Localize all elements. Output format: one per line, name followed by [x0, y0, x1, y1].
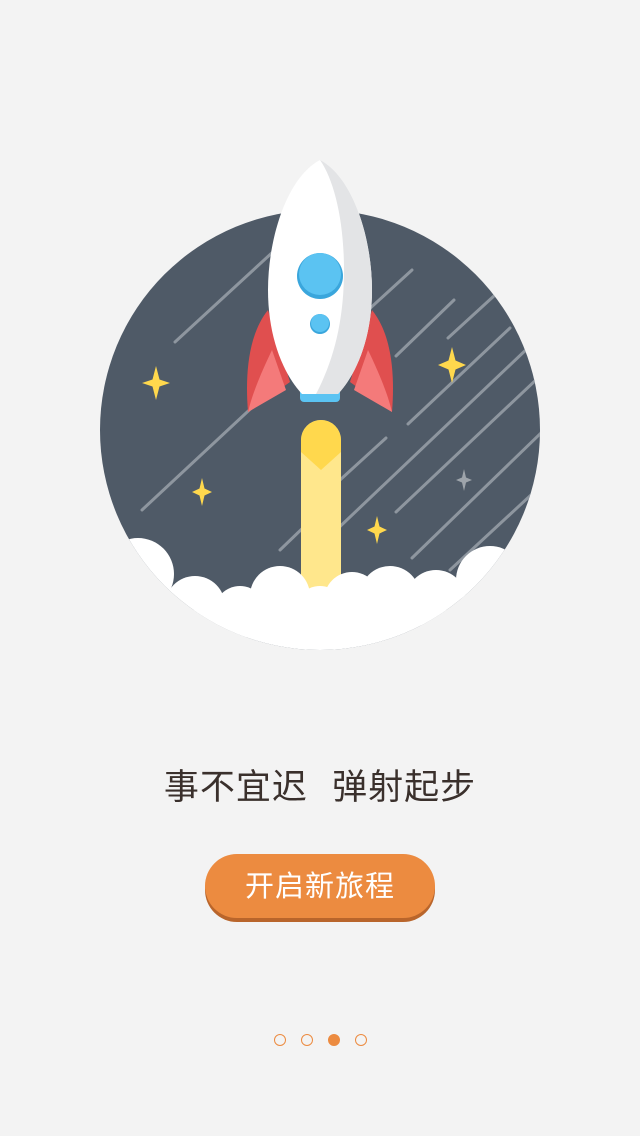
tagline: 事不宜迟 弹射起步	[163, 768, 477, 808]
page-dot-3-active[interactable]	[327, 1034, 340, 1046]
rocket-icon	[247, 160, 393, 412]
page-dot-1[interactable]	[273, 1034, 286, 1046]
onboarding-screen: 事不宜迟 弹射起步 开启新旅程	[0, 0, 640, 1136]
page-indicator	[0, 1034, 640, 1048]
start-journey-button[interactable]: 开启新旅程	[205, 854, 435, 918]
rocket-launch-illustration	[90, 150, 550, 660]
page-dot-2[interactable]	[300, 1034, 313, 1046]
page-dot-4[interactable]	[354, 1034, 367, 1046]
rocket-illustration-svg	[100, 160, 540, 650]
